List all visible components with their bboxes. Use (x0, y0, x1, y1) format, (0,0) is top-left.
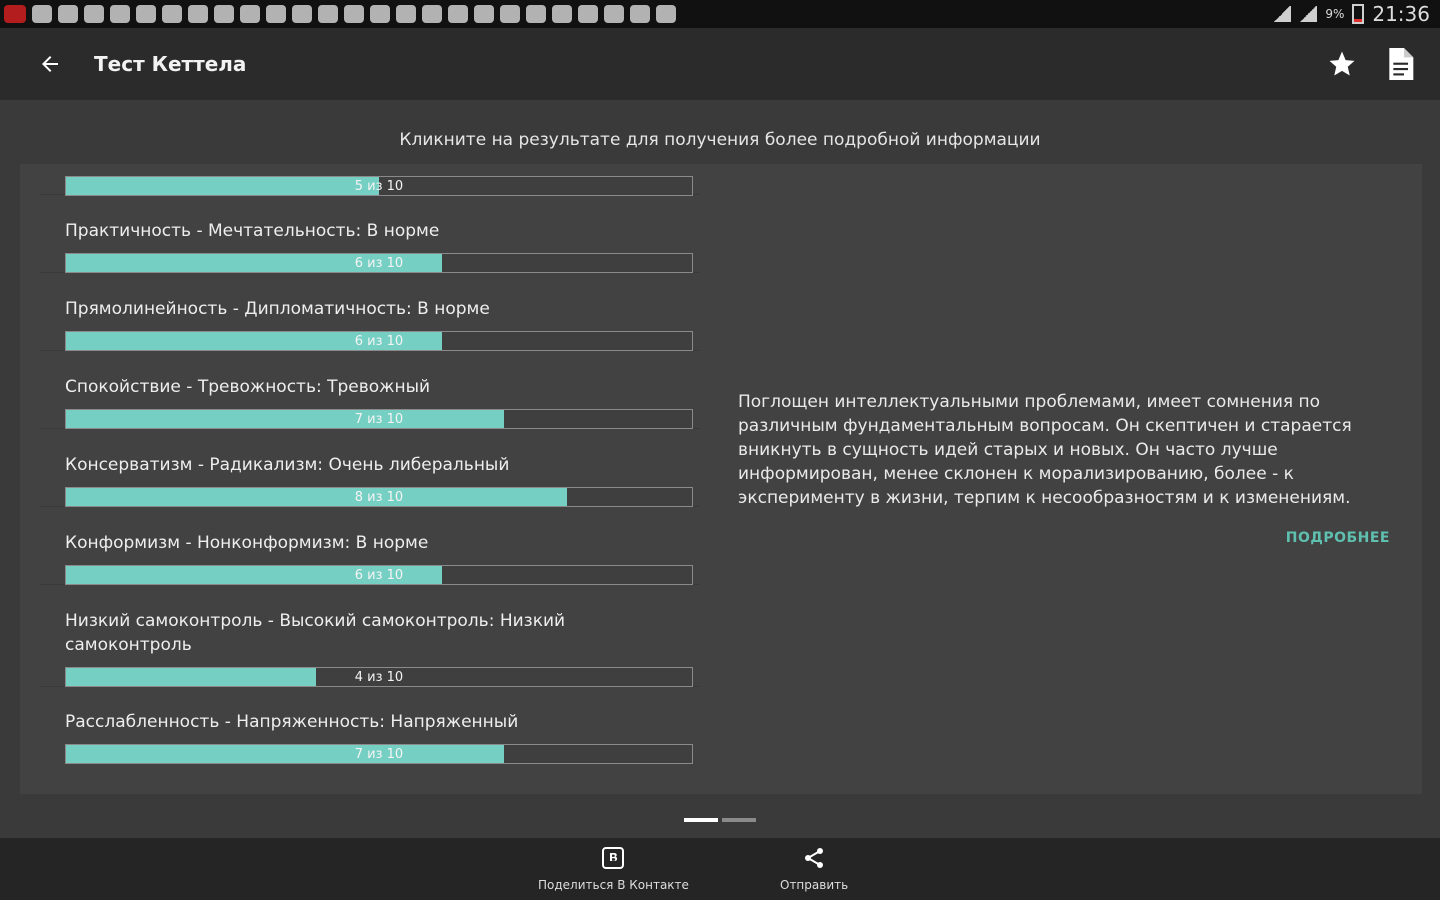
more-link[interactable]: ПОДРОБНЕЕ (1286, 530, 1390, 546)
page-indicator-active[interactable] (684, 818, 718, 822)
detail-pane: Поглощен интеллектуальными проблемами, и… (738, 164, 1422, 794)
results-list: 5 из 10 Практичность - Мечтательность: В… (40, 164, 700, 794)
notification-icon (110, 5, 130, 23)
notification-icon (604, 5, 624, 23)
score-text: 5 из 10 (354, 178, 404, 194)
score-bar: 6 из 10 (65, 253, 693, 273)
score-text: 6 из 10 (354, 333, 404, 349)
result-label: Практичность - Мечтательность: В норме (65, 221, 440, 241)
score-text: 8 из 10 (354, 489, 404, 505)
page-indicator-inactive[interactable] (722, 818, 756, 822)
result-label: Спокойствие - Тревожность: Тревожный (65, 377, 431, 397)
favorite-button[interactable] (1322, 44, 1362, 84)
notification-icon (552, 5, 572, 23)
signal-icon (1299, 6, 1318, 22)
send-button[interactable]: Отправить (780, 844, 848, 892)
score-text: 7 из 10 (354, 746, 404, 762)
notification-icons (0, 5, 676, 23)
clock: 21:36 (1372, 2, 1430, 26)
notification-icon (266, 5, 286, 23)
battery-icon (1352, 4, 1365, 24)
score-bar: 5 из 10 (65, 176, 693, 196)
result-label: Консерватизм - Радикализм: Очень либерал… (65, 455, 510, 475)
document-icon (1389, 48, 1414, 80)
result-item[interactable]: 5 из 10 (40, 164, 700, 196)
result-item[interactable]: Консерватизм - Радикализм: Очень либерал… (40, 428, 700, 507)
result-item[interactable]: Конформизм - Нонконформизм: В норме 6 из… (40, 506, 700, 585)
hint-text: Кликните на результате для получения бол… (399, 130, 1041, 150)
battery-level: 9% (1325, 7, 1345, 21)
score-text: 6 из 10 (354, 255, 404, 271)
notification-icon (630, 5, 650, 23)
notification-icon (500, 5, 520, 23)
result-item[interactable]: Низкий самоконтроль - Высокий самоконтро… (40, 584, 700, 687)
notification-icon (526, 5, 546, 23)
notification-icon (58, 5, 78, 23)
result-item[interactable]: Расслабленность - Напряженность: Напряже… (40, 686, 700, 772)
page-indicator (684, 818, 756, 822)
result-label: Конформизм - Нонконформизм: В норме (65, 533, 429, 553)
bottom-bar: Поделиться В Контакте Отправить (0, 838, 1440, 900)
notification-icon (448, 5, 468, 23)
notification-icon (214, 5, 234, 23)
notification-icon (656, 5, 676, 23)
notification-icon (4, 5, 26, 23)
score-bar: 8 из 10 (65, 487, 693, 507)
score-text: 4 из 10 (354, 669, 404, 685)
notification-icon (136, 5, 156, 23)
result-label: Низкий самоконтроль - Высокий самоконтро… (65, 611, 566, 655)
result-label: Прямолинейность - Дипломатичность: В нор… (65, 299, 490, 319)
notification-icon (474, 5, 494, 23)
share-vk-label: Поделиться В Контакте (538, 878, 689, 892)
status-bar: 9% 21:36 (0, 0, 1440, 28)
score-bar: 6 из 10 (65, 331, 693, 351)
star-icon (1329, 51, 1355, 76)
notification-icon (318, 5, 338, 23)
page-title: Тест Кеттела (94, 52, 247, 76)
score-bar: 6 из 10 (65, 565, 693, 585)
notification-icon (84, 5, 104, 23)
notification-icon (188, 5, 208, 23)
notification-icon (422, 5, 442, 23)
result-item[interactable]: Практичность - Мечтательность: В норме 6… (40, 194, 700, 273)
score-text: 7 из 10 (354, 411, 404, 427)
notification-icon (162, 5, 182, 23)
vk-icon (599, 844, 627, 872)
notification-icon (240, 5, 260, 23)
document-button[interactable] (1380, 44, 1420, 84)
send-label: Отправить (780, 878, 849, 892)
notification-icon (32, 5, 52, 23)
results-panel: 5 из 10 Практичность - Мечтательность: В… (20, 164, 1422, 794)
notification-icon (292, 5, 312, 23)
notification-icon (370, 5, 390, 23)
score-bar: 4 из 10 (65, 667, 693, 687)
app-bar: Тест Кеттела (0, 28, 1440, 100)
share-vk-button[interactable]: Поделиться В Контакте (538, 844, 689, 892)
share-icon (800, 844, 828, 872)
detail-description: Поглощен интеллектуальными проблемами, и… (738, 392, 1352, 508)
result-item[interactable]: Прямолинейность - Дипломатичность: В нор… (40, 272, 700, 351)
notification-icon (396, 5, 416, 23)
result-label: Расслабленность - Напряженность: Напряже… (65, 712, 519, 732)
score-bar: 7 из 10 (65, 744, 693, 764)
notification-icon (344, 5, 364, 23)
score-bar: 7 из 10 (65, 409, 693, 429)
wifi-icon (1273, 6, 1292, 22)
arrow-left-icon (42, 56, 58, 72)
result-item[interactable]: Спокойствие - Тревожность: Тревожный 7 и… (40, 350, 700, 429)
notification-icon (578, 5, 598, 23)
back-button[interactable] (26, 40, 74, 88)
score-text: 6 из 10 (354, 567, 404, 583)
